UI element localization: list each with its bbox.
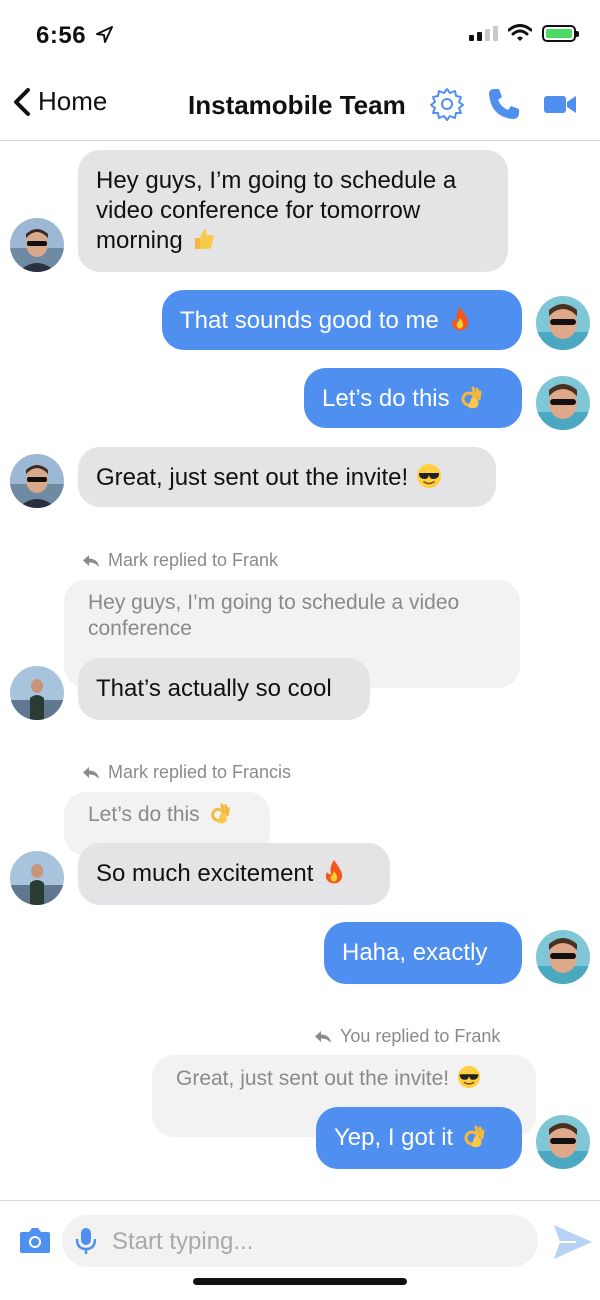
reply-arrow-icon <box>314 1030 332 1044</box>
status-time: 6:56 <box>36 22 114 50</box>
back-label: Home <box>38 86 108 116</box>
avatar[interactable] <box>10 454 64 508</box>
battery-icon <box>542 24 579 42</box>
location-arrow-icon <box>96 26 114 43</box>
ok-hand-emoji <box>208 801 232 825</box>
camera-icon[interactable] <box>18 1223 52 1257</box>
gear-icon[interactable] <box>429 86 465 122</box>
avatar[interactable] <box>10 666 64 720</box>
fire-emoji <box>321 859 347 885</box>
message-input-container[interactable] <box>62 1215 538 1267</box>
avatar[interactable] <box>536 930 590 984</box>
page-title: Instamobile Team <box>188 90 406 120</box>
thumbs-up-emoji <box>191 226 217 252</box>
reply-arrow-icon <box>82 766 100 780</box>
microphone-icon[interactable] <box>74 1227 98 1255</box>
message-bubble: So much excitement <box>78 843 390 905</box>
wifi-icon <box>508 24 532 41</box>
message-input[interactable] <box>110 1227 514 1257</box>
back-button[interactable]: Home <box>12 86 107 117</box>
reply-label: Mark replied to Frank <box>82 550 278 571</box>
signal-icon <box>469 25 498 41</box>
avatar[interactable] <box>10 851 64 905</box>
home-indicator <box>193 1278 407 1285</box>
message-bubble: Hey guys, I’m going to schedule a video … <box>78 150 508 272</box>
phone-icon[interactable] <box>486 86 522 122</box>
message-bubble: Haha, exactly <box>324 922 522 984</box>
message-bubble: Yep, I got it <box>316 1107 522 1169</box>
ok-hand-emoji <box>461 1123 487 1149</box>
avatar[interactable] <box>536 1115 590 1169</box>
sunglasses-emoji <box>416 463 442 489</box>
sunglasses-emoji <box>457 1065 481 1089</box>
video-camera-icon[interactable] <box>542 86 578 122</box>
message-bubble: Great, just sent out the invite! <box>78 447 496 507</box>
fire-emoji <box>447 306 473 332</box>
avatar[interactable] <box>10 218 64 272</box>
status-indicators <box>469 24 579 42</box>
avatar[interactable] <box>536 296 590 350</box>
message-bubble: That’s actually so cool <box>78 658 370 720</box>
message-bubble: Let’s do this <box>304 368 522 428</box>
message-bubble: That sounds good to me <box>162 290 522 350</box>
chevron-left-icon <box>14 87 30 116</box>
reply-label: You replied to Frank <box>314 1026 500 1047</box>
send-icon[interactable] <box>552 1223 594 1261</box>
reply-arrow-icon <box>82 554 100 568</box>
ok-hand-emoji <box>458 384 484 410</box>
nav-bar: Home Instamobile Team <box>0 70 600 141</box>
reply-label: Mark replied to Francis <box>82 762 291 783</box>
composer-bar <box>0 1200 600 1300</box>
avatar[interactable] <box>536 376 590 430</box>
